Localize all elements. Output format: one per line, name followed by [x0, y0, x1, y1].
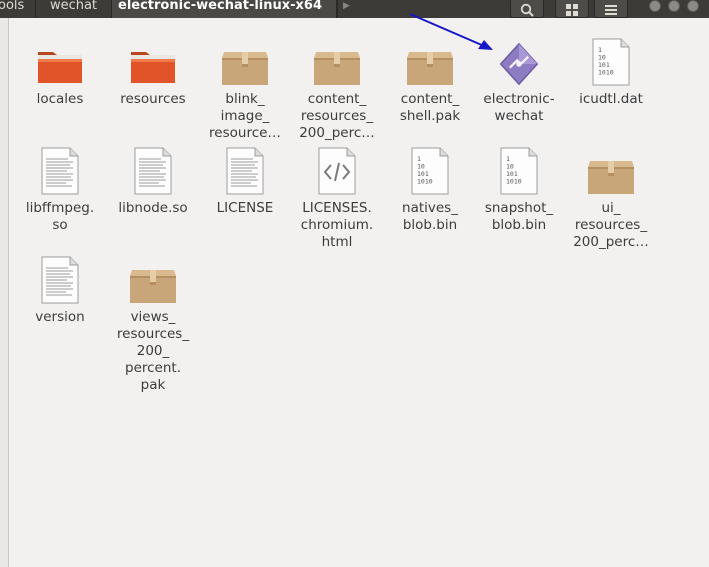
- file-label: resources: [120, 91, 186, 107]
- menu-icon: [605, 5, 617, 15]
- file-item[interactable]: content_ resources_ 200_perc…: [291, 38, 383, 142]
- text-file-icon: [225, 147, 265, 195]
- file-label: electronic- wechat: [483, 91, 555, 124]
- menu-button[interactable]: [594, 0, 628, 18]
- breadcrumb-scroll-right-button[interactable]: ▶: [337, 0, 355, 18]
- binary-file-icon: 1101011010: [499, 147, 539, 195]
- close-button[interactable]: [687, 0, 699, 12]
- file-item[interactable]: blink_ image_ resource…: [199, 38, 291, 142]
- binary-glyph-text: 1010: [417, 178, 433, 186]
- file-label: natives_ blob.bin: [402, 200, 458, 233]
- breadcrumb-tools[interactable]: ools: [0, 0, 36, 18]
- file-item[interactable]: libnode.so: [107, 147, 199, 217]
- file-item[interactable]: 1 10 101 1010 snapshot_ blob.bin: [473, 147, 565, 234]
- file-item[interactable]: 1 10 101 1010 icudtl.dat: [565, 38, 657, 108]
- file-item[interactable]: electronic- wechat: [473, 38, 565, 125]
- file-label: ui_ resources_ 200_perc…: [573, 200, 649, 250]
- file-item[interactable]: locales: [14, 38, 106, 108]
- package-icon: [129, 264, 177, 304]
- breadcrumb-label: wechat: [49, 0, 98, 13]
- breadcrumb-label: ools: [0, 0, 25, 13]
- file-label: LICENSES. chromium. html: [300, 200, 374, 250]
- binary-glyph-text: 1010: [598, 69, 614, 77]
- text-file-icon: [40, 147, 80, 195]
- file-grid: locales resources blink_ image_ resource… c…: [0, 18, 709, 567]
- package-icon: [221, 46, 269, 86]
- text-file-icon: [40, 256, 80, 304]
- folder-icon: [36, 46, 84, 86]
- package-icon: [313, 46, 361, 86]
- breadcrumb-wechat[interactable]: wechat: [36, 0, 112, 18]
- file-label: snapshot_ blob.bin: [484, 200, 554, 233]
- binary-file-icon: 1101011010: [591, 38, 631, 86]
- file-label: content_ resources_ 200_perc…: [299, 91, 375, 141]
- header-bar: ools wechat electronic-wechat-linux-x64 …: [0, 0, 709, 18]
- breadcrumb-label: electronic-wechat-linux-x64: [118, 0, 323, 13]
- package-icon: [406, 46, 454, 86]
- file-item[interactable]: content_ shell.pak: [384, 38, 476, 125]
- folder-icon: [129, 46, 177, 86]
- file-item[interactable]: views_ resources_ 200_ percent. pak: [107, 256, 199, 394]
- file-item[interactable]: LICENSES. chromium. html: [291, 147, 383, 251]
- executable-icon: [497, 42, 541, 86]
- file-label: views_ resources_ 200_ percent. pak: [116, 309, 190, 393]
- file-label: content_ shell.pak: [399, 91, 461, 124]
- file-label: version: [35, 309, 85, 325]
- file-label: locales: [36, 91, 84, 107]
- file-item[interactable]: version: [14, 256, 106, 326]
- binary-glyph-text: 1010: [506, 178, 522, 186]
- minimize-button[interactable]: [649, 0, 661, 12]
- file-label: libffmpeg. so: [25, 200, 95, 233]
- text-file-icon: [133, 147, 173, 195]
- file-label: blink_ image_ resource…: [209, 91, 281, 141]
- package-icon: [587, 155, 635, 195]
- file-item[interactable]: libffmpeg. so: [14, 147, 106, 234]
- file-item[interactable]: resources: [107, 38, 199, 108]
- search-icon: [520, 3, 534, 17]
- view-options-icon: [566, 4, 578, 16]
- breadcrumb-current-folder[interactable]: electronic-wechat-linux-x64: [112, 0, 337, 18]
- binary-file-icon: 1101011010: [410, 147, 450, 195]
- search-button[interactable]: [510, 0, 544, 18]
- html-file-icon: [317, 147, 357, 195]
- file-item[interactable]: LICENSE: [199, 147, 291, 217]
- view-options-button[interactable]: [555, 0, 589, 18]
- file-label: icudtl.dat: [579, 91, 643, 107]
- file-item[interactable]: ui_ resources_ 200_perc…: [565, 147, 657, 251]
- maximize-button[interactable]: [668, 0, 680, 12]
- file-label: libnode.so: [118, 200, 188, 216]
- chevron-right-icon: ▶: [343, 1, 350, 11]
- file-label: LICENSE: [216, 200, 274, 216]
- file-item[interactable]: 1 10 101 1010 natives_ blob.bin: [384, 147, 476, 234]
